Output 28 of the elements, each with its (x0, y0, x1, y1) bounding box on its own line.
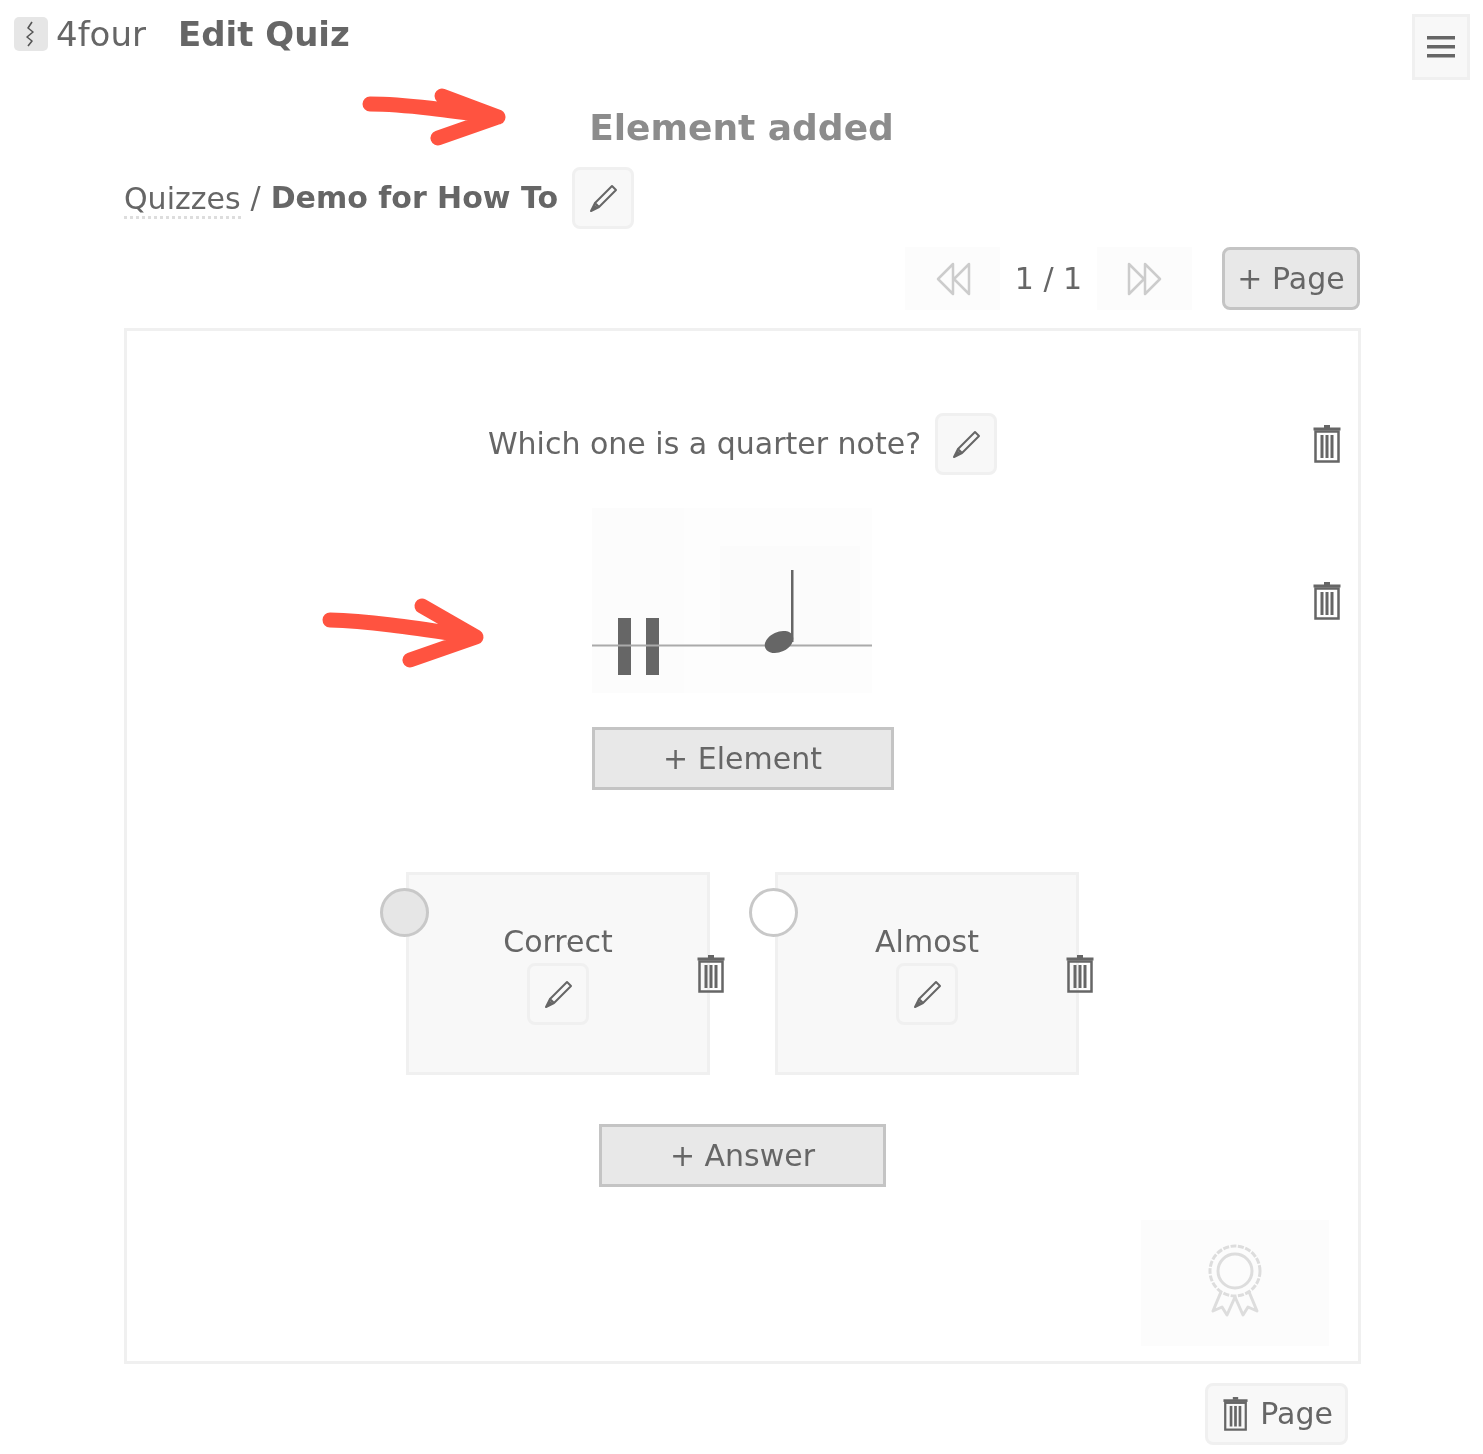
answer-text: Correct (503, 924, 613, 960)
fast-forward-icon (1126, 261, 1163, 296)
edit-question-button[interactable] (935, 413, 998, 475)
app-name: 4four (56, 14, 146, 54)
breadcrumb-separator: / (250, 180, 261, 216)
quiz-title: Demo for How To (270, 180, 559, 216)
add-page-button[interactable]: + Page (1222, 247, 1360, 310)
question-text: Which one is a quarter note? (487, 426, 922, 462)
page-title: Edit Quiz (177, 14, 350, 54)
delete-page-button[interactable]: Page (1205, 1383, 1348, 1445)
page-indicator: 1 / 1 (1013, 260, 1084, 297)
trash-icon[interactable] (1313, 425, 1341, 463)
menu-icon (1427, 36, 1455, 58)
logo-icon (14, 17, 48, 51)
rewind-icon (934, 261, 971, 296)
quizzes-link[interactable]: Quizzes (124, 182, 241, 219)
add-answer-button[interactable]: + Answer (599, 1124, 886, 1187)
trash-icon[interactable] (1313, 581, 1341, 620)
menu-button[interactable] (1412, 14, 1470, 80)
notification-message: Element added (589, 107, 894, 149)
add-element-button[interactable]: + Element (591, 727, 894, 790)
edit-answer-button[interactable] (527, 963, 589, 1025)
trash-icon[interactable] (697, 955, 725, 993)
trash-icon (1223, 1397, 1249, 1431)
trash-icon[interactable] (1066, 955, 1094, 993)
answer-text: Almost (875, 924, 979, 960)
edit-answer-button[interactable] (896, 963, 958, 1025)
edit-title-button[interactable] (572, 167, 635, 229)
